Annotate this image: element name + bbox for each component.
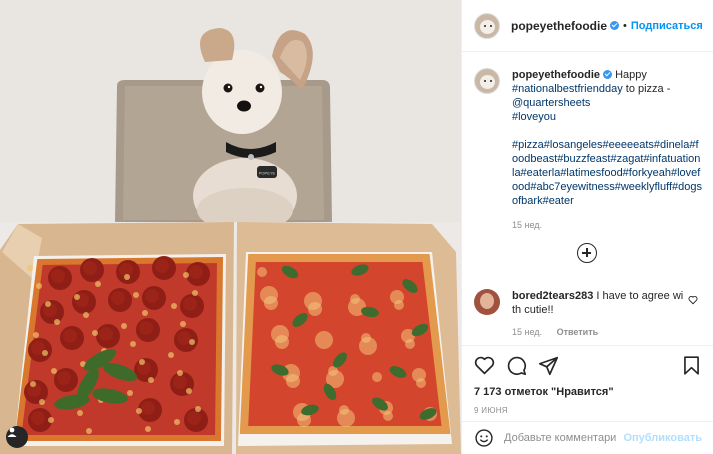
avatar[interactable] xyxy=(474,12,500,39)
reply-button[interactable]: Ответить xyxy=(557,327,599,337)
comments-section: popeyethefoodie Happy #nationalbestfrien… xyxy=(462,53,713,345)
instagram-post-modal: POPEYE popeyethefoodie • Подписаться pop… xyxy=(0,0,713,454)
save-icon[interactable] xyxy=(681,355,702,376)
comment-age[interactable]: 15 нед. xyxy=(512,327,542,337)
load-more-comments-icon[interactable] xyxy=(577,243,597,263)
comment-meta: 15 нед. Ответить xyxy=(512,325,684,339)
caption-username[interactable]: popeyethefoodie xyxy=(512,69,600,81)
likes-count[interactable]: 7 173 отметок "Нравится" xyxy=(474,386,702,398)
hashtag-link[interactable]: #nationalbestfriendday xyxy=(512,83,623,95)
post-actions: 7 173 отметок "Нравится" 9 ИЮНЯ xyxy=(462,345,713,421)
add-comment-bar: Опубликовать xyxy=(462,421,713,454)
caption-text: to pizza - xyxy=(625,83,671,95)
hashtags-block[interactable]: #pizza#losangeles#eeeeeats#dinela#foodbe… xyxy=(512,139,702,207)
like-icon[interactable] xyxy=(474,355,495,376)
caption-body: popeyethefoodie Happy #nationalbestfrien… xyxy=(512,68,702,232)
comment-item: bored2tears283 I have to agree with cuti… xyxy=(474,289,702,339)
caption-age[interactable]: 15 нед. xyxy=(512,220,542,230)
caption-meta: 15 нед. xyxy=(512,218,702,232)
author-username[interactable]: popeyethefoodie xyxy=(511,19,607,33)
caption-text: Happy xyxy=(615,69,647,81)
action-icons xyxy=(474,354,702,376)
comment-body: bored2tears283 I have to agree with cuti… xyxy=(512,289,702,339)
follow-button[interactable]: Подписаться xyxy=(631,20,703,32)
commenter-avatar[interactable] xyxy=(474,289,500,315)
publish-button[interactable]: Опубликовать xyxy=(623,432,702,444)
post-header: popeyethefoodie • Подписаться xyxy=(462,0,713,52)
separator-dot: • xyxy=(623,19,627,32)
pizza-toppings: POPEYE xyxy=(24,171,437,434)
post-date[interactable]: 9 ИЮНЯ xyxy=(474,406,702,415)
share-icon[interactable] xyxy=(538,355,559,376)
post-photo[interactable]: POPEYE xyxy=(0,0,461,454)
emoji-icon[interactable] xyxy=(474,428,494,448)
post-side-panel: popeyethefoodie • Подписаться popeyethef… xyxy=(461,0,713,454)
user-tag-button[interactable] xyxy=(6,426,28,448)
caption: popeyethefoodie Happy #nationalbestfrien… xyxy=(474,68,702,232)
hashtag-link[interactable]: #loveyou xyxy=(512,111,556,123)
collar-tag-text: POPEYE xyxy=(259,171,276,176)
user-tag-icon xyxy=(7,427,17,437)
comment-icon[interactable] xyxy=(506,355,527,376)
comment-input[interactable] xyxy=(504,432,618,444)
verified-icon xyxy=(603,70,613,79)
commenter-username[interactable]: bored2tears283 xyxy=(512,290,593,302)
caption-avatar[interactable] xyxy=(474,68,500,94)
heart-icon[interactable] xyxy=(688,295,698,305)
verified-icon xyxy=(610,21,620,30)
mention-link[interactable]: @quartersheets xyxy=(512,97,590,109)
